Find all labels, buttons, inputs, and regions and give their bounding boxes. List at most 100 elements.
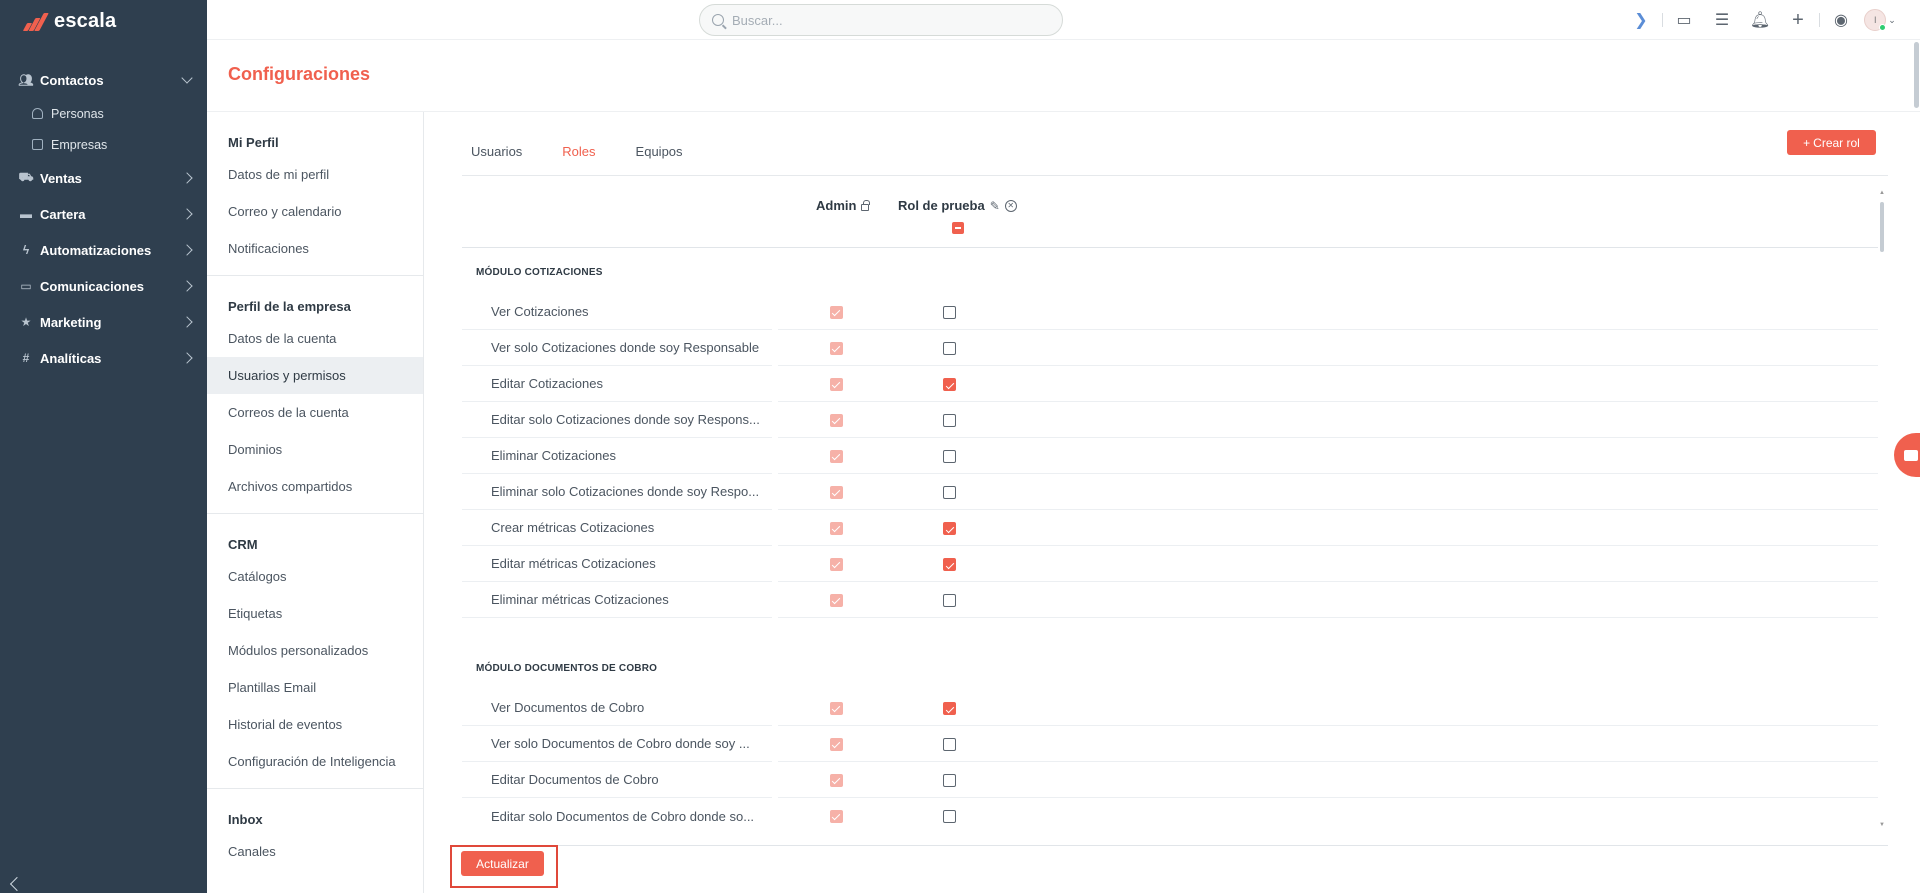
settings-menu-item[interactable]: Archivos compartidos: [207, 468, 423, 505]
collapse-sidebar-icon[interactable]: [9, 876, 25, 892]
support-headset-icon[interactable]: ◉: [1822, 8, 1860, 32]
role-permission-checkbox[interactable]: [943, 306, 956, 319]
star-icon: ★: [20, 315, 32, 329]
create-role-label: Crear rol: [1813, 135, 1860, 150]
page-scrollbar[interactable]: [1914, 42, 1919, 108]
search-input[interactable]: [732, 12, 1032, 28]
brand-logo[interactable]: escala: [22, 10, 116, 33]
delete-role-icon[interactable]: ✕: [1004, 199, 1017, 212]
scroll-down-arrow-icon[interactable]: ▼: [1879, 822, 1885, 828]
brand-name: escala: [54, 10, 117, 32]
settings-menu-item[interactable]: Plantillas Email: [207, 669, 423, 706]
permission-label: Editar solo Cotizaciones donde soy Respo…: [491, 412, 760, 427]
sidebar-item-comunicaciones[interactable]: ▭ Comunicaciones: [0, 268, 207, 304]
permission-label: Editar métricas Cotizaciones: [491, 556, 656, 571]
select-all-role-checkbox[interactable]: [952, 222, 964, 234]
row-separator-gap: [772, 473, 778, 510]
custom-role-header: Rol de prueba ✎ ✕: [898, 198, 1017, 213]
add-icon[interactable]: +: [1779, 8, 1817, 32]
settings-menu: Mi Perfil Datos de mi perfil Correo y cale…: [207, 112, 424, 893]
role-permission-checkbox[interactable]: [943, 414, 956, 427]
role-permission-checkbox[interactable]: [943, 342, 956, 355]
permission-label: Ver Cotizaciones: [491, 304, 589, 319]
settings-menu-item[interactable]: Notificaciones: [207, 230, 423, 267]
custom-role-label: Rol de prueba: [898, 198, 985, 213]
permissions-list: MÓDULO COTIZACIONES Ver Cotizaciones Ver s…: [462, 250, 1878, 830]
permission-row: Ver solo Documentos de Cobro donde soy .…: [462, 725, 1878, 762]
role-permission-checkbox[interactable]: [943, 594, 956, 607]
settings-menu-item[interactable]: Usuarios y permisos: [207, 357, 423, 394]
settings-menu-item[interactable]: Datos de mi perfil: [207, 156, 423, 193]
row-separator-gap: [772, 365, 778, 402]
edit-pencil-icon[interactable]: ✎: [990, 199, 1000, 213]
chevron-down-icon: ⌄: [1888, 14, 1896, 25]
role-permission-checkbox[interactable]: [943, 558, 956, 571]
scroll-up-arrow-icon[interactable]: ▲: [1879, 190, 1885, 196]
role-permission-checkbox[interactable]: [943, 774, 956, 787]
permission-row: Editar Documentos de Cobro: [462, 761, 1878, 798]
role-permission-checkbox[interactable]: [943, 702, 956, 715]
permission-label: Editar solo Documentos de Cobro donde so…: [491, 808, 755, 824]
messages-icon[interactable]: ▭: [1665, 8, 1703, 32]
update-button[interactable]: Actualizar: [461, 851, 544, 876]
row-separator-gap: [772, 761, 778, 798]
global-search[interactable]: [699, 4, 1063, 36]
sidebar-subitem-empresas[interactable]: Empresas: [0, 129, 207, 160]
role-permission-checkbox[interactable]: [943, 378, 956, 391]
admin-permission-checkbox: [830, 342, 843, 355]
settings-menu-item[interactable]: Módulos personalizados: [207, 632, 423, 669]
settings-menu-item[interactable]: Datos de la cuenta: [207, 320, 423, 357]
settings-group: Perfil de la empresa Datos de la cuenta Us…: [207, 276, 423, 514]
settings-menu-item[interactable]: Correo y calendario: [207, 193, 423, 230]
tab-usuarios[interactable]: Usuarios: [462, 140, 531, 176]
ai-assistant-icon[interactable]: ❯: [1622, 8, 1660, 32]
chat-widget[interactable]: [1894, 433, 1920, 477]
notifications-bell-icon[interactable]: 🔔︎: [1741, 8, 1779, 32]
sidebar-item-contactos[interactable]: 👥︎ Contactos: [0, 62, 207, 98]
settings-menu-item[interactable]: Configuración de Inteligencia: [207, 743, 423, 780]
role-permission-checkbox[interactable]: [943, 810, 956, 823]
settings-menu-item[interactable]: Dominios: [207, 431, 423, 468]
sidebar-item-analíticas[interactable]: # Analíticas: [0, 340, 207, 376]
wallet-icon: ▬: [20, 207, 32, 221]
settings-menu-item[interactable]: Canales: [207, 833, 423, 870]
user-menu[interactable]: I ⌄: [1860, 8, 1900, 32]
escala-logo-icon: [22, 12, 50, 31]
settings-menu-item[interactable]: Historial de eventos: [207, 706, 423, 743]
tab-roles[interactable]: Roles: [553, 140, 605, 176]
permissions-scrollbar[interactable]: [1880, 202, 1884, 252]
chevron-down-icon: [181, 72, 193, 84]
sidebar-item-marketing[interactable]: ★ Marketing: [0, 304, 207, 340]
role-permission-checkbox[interactable]: [943, 522, 956, 535]
search-icon: [712, 14, 724, 26]
building-icon: [32, 139, 43, 150]
tab-equipos[interactable]: Equipos: [627, 140, 692, 176]
settings-group: Mi Perfil Datos de mi perfil Correo y cale…: [207, 112, 423, 276]
sidebar-item-label: Ventas: [40, 170, 82, 186]
sidebar-item-ventas[interactable]: ⛟ Ventas: [0, 160, 207, 196]
create-role-button[interactable]: + Crear rol: [1787, 130, 1876, 155]
role-permission-checkbox[interactable]: [943, 450, 956, 463]
settings-menu-item[interactable]: Correos de la cuenta: [207, 394, 423, 431]
admin-permission-checkbox: [830, 522, 843, 535]
permission-label: Eliminar métricas Cotizaciones: [491, 592, 669, 607]
role-permission-checkbox[interactable]: [943, 738, 956, 751]
sidebar-item-automatizaciones[interactable]: ϟ Automatizaciones: [0, 232, 207, 268]
settings-group-heading: Mi Perfil: [228, 134, 279, 150]
sidebar-item-label: Marketing: [40, 314, 102, 330]
admin-permission-checkbox: [830, 774, 843, 787]
settings-menu-item[interactable]: Etiquetas: [207, 595, 423, 632]
permission-row: Editar Cotizaciones: [462, 365, 1878, 402]
role-permission-checkbox[interactable]: [943, 486, 956, 499]
sidebar-subitem-personas[interactable]: Personas: [0, 98, 207, 129]
permission-row: Ver solo Cotizaciones donde soy Responsa…: [462, 329, 1878, 366]
sidebar-item-cartera[interactable]: ▬ Cartera: [0, 196, 207, 232]
roles-header: Admin Rol de prueba ✎ ✕: [462, 190, 1878, 248]
footer-divider: [462, 845, 1888, 846]
permission-row: Ver Cotizaciones: [462, 293, 1878, 330]
settings-menu-item[interactable]: Catálogos: [207, 558, 423, 595]
settings-tabs: Usuarios Roles Equipos: [462, 140, 714, 176]
tasks-list-icon[interactable]: ☰: [1703, 8, 1741, 32]
settings-group: CRM Catálogos Etiquetas Módulos personaliza…: [207, 514, 423, 789]
sidebar-subitem-label: Personas: [51, 106, 104, 121]
